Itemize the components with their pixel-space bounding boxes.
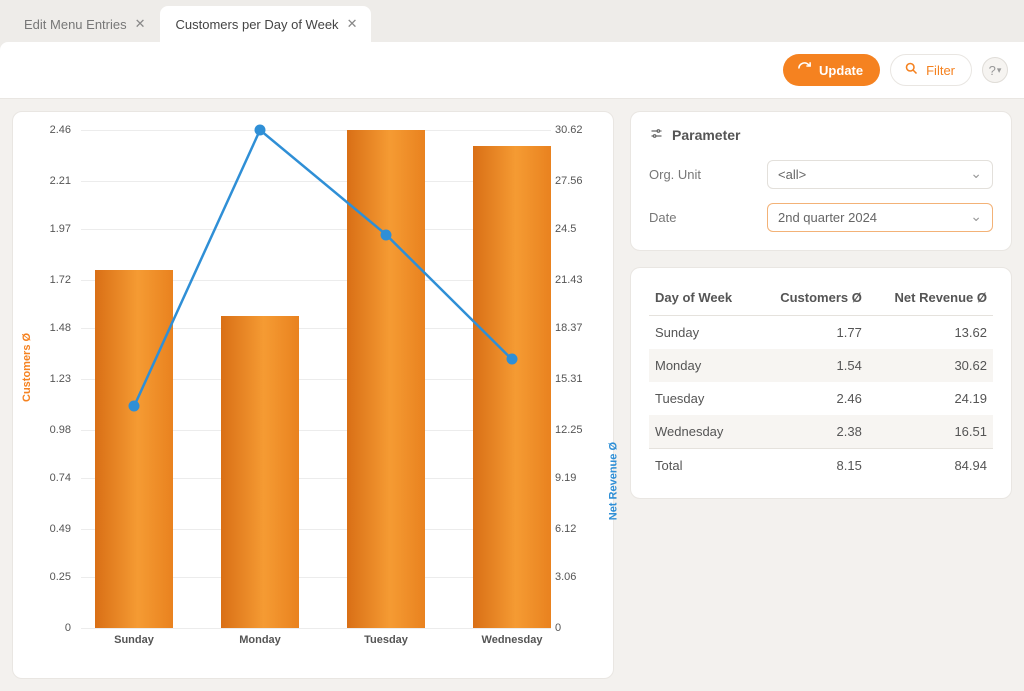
chart-card: Customers Ø Net Revenue Ø SundayMondayTu… xyxy=(12,111,614,679)
table-row: Monday 1.54 30.62 xyxy=(649,349,993,382)
help-button[interactable]: ? ▾ xyxy=(982,57,1008,83)
y-left-tick: 0.25 xyxy=(27,571,71,583)
toolbar: Update Filter ? ▾ xyxy=(0,42,1024,99)
content-area: Customers Ø Net Revenue Ø SundayMondayTu… xyxy=(0,99,1024,691)
cell-customers: 1.77 xyxy=(756,316,868,350)
refresh-icon xyxy=(797,61,812,79)
tab-label: Edit Menu Entries xyxy=(24,17,127,32)
cell-day: Tuesday xyxy=(649,382,756,415)
cell-day: Wednesday xyxy=(649,415,756,449)
sliders-icon xyxy=(649,126,664,144)
select-value: <all> xyxy=(778,167,806,182)
x-axis-label: Wednesday xyxy=(473,634,551,646)
y-right-tick: 18.37 xyxy=(555,322,599,334)
y-left-tick: 0.49 xyxy=(27,523,71,535)
cell-revenue: 13.62 xyxy=(868,316,993,350)
tab-edit-menu-entries[interactable]: Edit Menu Entries ✕ xyxy=(8,6,160,42)
y-right-tick: 0 xyxy=(555,622,599,634)
cell-customers: 2.46 xyxy=(756,382,868,415)
cell-revenue: 24.19 xyxy=(868,382,993,415)
data-table-panel: Day of Week Customers Ø Net Revenue Ø Su… xyxy=(630,267,1012,499)
gridline xyxy=(81,628,551,629)
cell-revenue: 16.51 xyxy=(868,415,993,449)
parameter-panel: Parameter Org. Unit <all> Date 2nd quart… xyxy=(630,111,1012,251)
y-left-tick: 0 xyxy=(27,622,71,634)
x-axis-label: Tuesday xyxy=(347,634,425,646)
chevron-down-icon: ▾ xyxy=(997,65,1002,76)
panel-title-text: Parameter xyxy=(672,127,741,143)
question-icon: ? xyxy=(989,63,996,78)
y-right-tick: 6.12 xyxy=(555,523,599,535)
col-day: Day of Week xyxy=(649,282,756,316)
y-left-tick: 1.72 xyxy=(27,274,71,286)
x-axis-label: Sunday xyxy=(95,634,173,646)
y-right-tick: 12.25 xyxy=(555,424,599,436)
y-left-tick: 0.98 xyxy=(27,424,71,436)
table-row: Wednesday 2.38 16.51 xyxy=(649,415,993,449)
cell-customers: 8.15 xyxy=(756,449,868,483)
y-right-tick: 24.5 xyxy=(555,223,599,235)
x-axis-label: Monday xyxy=(221,634,299,646)
cell-revenue: 30.62 xyxy=(868,349,993,382)
y-right-tick: 15.31 xyxy=(555,373,599,385)
y-right-tick: 9.19 xyxy=(555,472,599,484)
select-value: 2nd quarter 2024 xyxy=(778,210,877,225)
date-label: Date xyxy=(649,210,767,225)
tab-label: Customers per Day of Week xyxy=(176,17,339,32)
col-revenue: Net Revenue Ø xyxy=(868,282,993,316)
cell-day: Sunday xyxy=(649,316,756,350)
line-point-wednesday[interactable] xyxy=(507,354,518,365)
cell-customers: 2.38 xyxy=(756,415,868,449)
cell-day: Total xyxy=(649,449,756,483)
cell-customers: 1.54 xyxy=(756,349,868,382)
y-right-tick: 30.62 xyxy=(555,124,599,136)
table-row-total: Total 8.15 84.94 xyxy=(649,449,993,483)
date-select[interactable]: 2nd quarter 2024 xyxy=(767,203,993,232)
close-icon[interactable]: ✕ xyxy=(135,16,146,32)
magnifier-icon xyxy=(904,61,919,79)
filter-button[interactable]: Filter xyxy=(890,54,972,86)
y-right-tick: 3.06 xyxy=(555,571,599,583)
y-right-tick: 27.56 xyxy=(555,175,599,187)
cell-day: Monday xyxy=(649,349,756,382)
button-label: Update xyxy=(819,63,863,78)
org-unit-select[interactable]: <all> xyxy=(767,160,993,189)
y-axis-right-label: Net Revenue Ø xyxy=(607,442,619,520)
chart-plot-area xyxy=(81,130,551,628)
cell-revenue: 84.94 xyxy=(868,449,993,483)
data-table: Day of Week Customers Ø Net Revenue Ø Su… xyxy=(649,282,993,482)
table-row: Tuesday 2.46 24.19 xyxy=(649,382,993,415)
update-button[interactable]: Update xyxy=(783,54,880,86)
y-right-tick: 21.43 xyxy=(555,274,599,286)
table-row: Sunday 1.77 13.62 xyxy=(649,316,993,350)
y-left-tick: 2.46 xyxy=(27,124,71,136)
org-unit-label: Org. Unit xyxy=(649,167,767,182)
button-label: Filter xyxy=(926,63,955,78)
y-left-tick: 1.23 xyxy=(27,373,71,385)
y-left-tick: 2.21 xyxy=(27,175,71,187)
line-point-monday[interactable] xyxy=(255,125,266,136)
close-icon[interactable]: ✕ xyxy=(347,16,358,32)
tab-customers-per-day[interactable]: Customers per Day of Week ✕ xyxy=(160,6,372,42)
line-point-tuesday[interactable] xyxy=(381,229,392,240)
line-point-sunday[interactable] xyxy=(129,401,140,412)
y-left-tick: 1.97 xyxy=(27,223,71,235)
y-axis-left-label: Customers Ø xyxy=(21,333,33,402)
y-left-tick: 0.74 xyxy=(27,472,71,484)
tab-bar: Edit Menu Entries ✕ Customers per Day of… xyxy=(0,0,1024,42)
col-customers: Customers Ø xyxy=(756,282,868,316)
y-left-tick: 1.48 xyxy=(27,322,71,334)
